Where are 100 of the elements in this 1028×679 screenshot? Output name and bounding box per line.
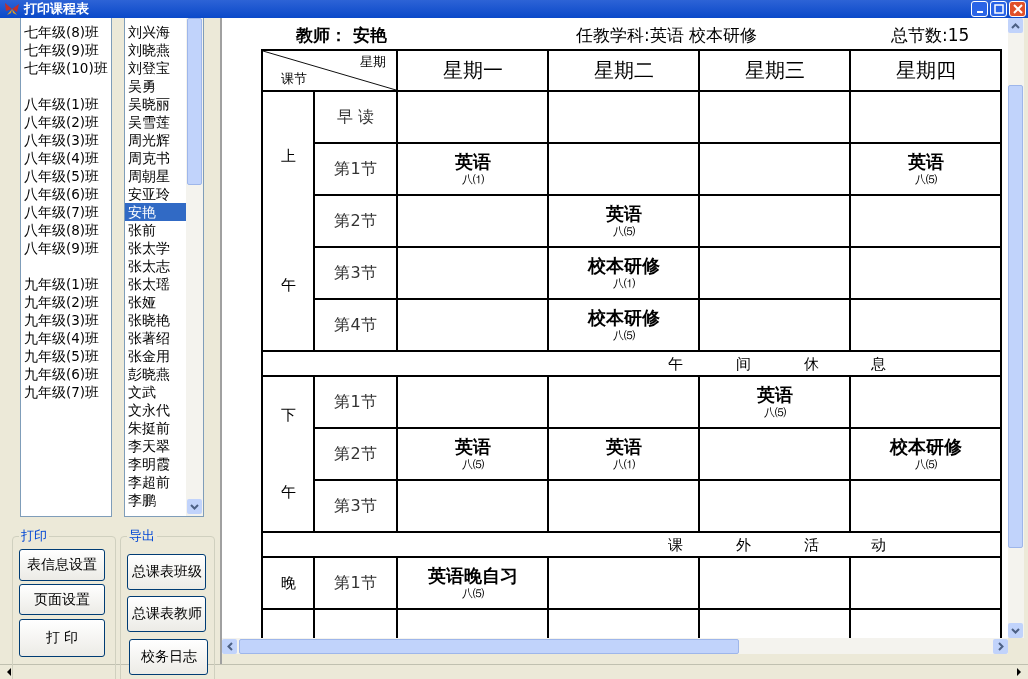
class-item[interactable]: 八年级(3)班 [21,131,111,149]
session-label: 上 [280,147,296,166]
period-label: 第3节 [334,495,377,515]
left-arrow-icon[interactable] [6,668,12,676]
group-title: 打印 [20,527,48,545]
teacher-item[interactable]: 张娅 [125,293,187,311]
session-label: 晚 [280,573,296,593]
class-item[interactable]: 七年级(10)班 [21,59,111,77]
session-label: 下 [280,406,296,425]
close-button[interactable] [1009,1,1026,17]
period-label: 第3节 [334,262,377,282]
teacher-item[interactable]: 李超前 [125,473,187,491]
teacher-item[interactable]: 文永代 [125,401,187,419]
class-item[interactable]: 八年级(5)班 [21,167,111,185]
teacher-item[interactable]: 周光辉 [125,131,187,149]
break-label: 午 间 休 息 [667,354,887,373]
print-button[interactable]: 页面设置 [19,584,105,615]
subject-text: 英语 [453,436,492,458]
teacher-item[interactable]: 张前 [125,221,187,239]
teacher-item[interactable]: 吴雪莲 [125,113,187,131]
group-title: 导出 [128,527,156,545]
teacher-item[interactable]: 彭晓燕 [125,365,187,383]
period-label: 第1节 [334,572,377,592]
teacher-item[interactable]: 张太瑶 [125,275,187,293]
right-arrow-icon[interactable] [1016,668,1022,676]
class-text: 八⑸ [762,406,787,420]
teacher-item[interactable]: 朱挺前 [125,419,187,437]
day-header: 星期二 [548,50,699,91]
class-item[interactable]: 九年级(5)班 [21,347,111,365]
subject-text: 英语晚自习 [426,565,519,587]
class-item[interactable]: 九年级(4)班 [21,329,111,347]
teacher-item[interactable]: 刘兴海 [125,23,187,41]
teacher-item[interactable]: 张金用 [125,347,187,365]
class-text: 八⑴ [611,458,636,472]
export-button[interactable]: 总课表班级 [127,554,206,590]
session-label: 午 [280,276,296,295]
teacher-item[interactable]: 刘登宝 [125,59,187,77]
class-item[interactable]: 八年级(8)班 [21,221,111,239]
print-button[interactable]: 表信息设置 [19,549,105,581]
period-label: 早 读 [336,106,375,126]
teacher-item[interactable]: 文武 [125,383,187,401]
teacher-item[interactable]: 张太学 [125,239,187,257]
period-label: 第1节 [334,391,377,411]
subject-text: 英语 [453,151,492,173]
teacher-item[interactable]: 刘晓燕 [125,41,187,59]
maximize-button[interactable] [990,1,1007,17]
class-item[interactable]: 九年级(2)班 [21,293,111,311]
class-item[interactable]: 八年级(9)班 [21,239,111,257]
class-item[interactable]: 九年级(7)班 [21,383,111,401]
scrollbar[interactable] [222,638,1008,654]
teacher-name: 教师： 安艳 [296,24,388,47]
day-header: 星期四 [850,50,1001,91]
class-text: 八⑴ [611,277,636,291]
class-item[interactable]: 七年级(8)班 [21,23,111,41]
break-label: 课 外 活 动 [667,535,887,554]
class-text: 八⑸ [460,458,485,472]
butterfly-icon [4,2,20,16]
total-periods: 总节数:15 [891,24,970,47]
teacher-item[interactable]: 张著绍 [125,329,187,347]
teacher-item[interactable]: 李天翠 [125,437,187,455]
class-item[interactable]: 七年级(9)班 [21,41,111,59]
scrollbar[interactable] [1008,18,1024,638]
period-label: 第2节 [334,443,377,463]
class-item[interactable]: 八年级(1)班 [21,95,111,113]
teacher-item[interactable]: 张晓艳 [125,311,187,329]
teacher-item[interactable]: 周克书 [125,149,187,167]
class-item[interactable]: 八年级(4)班 [21,149,111,167]
export-button[interactable]: 校务日志 [129,639,208,675]
scrollbar[interactable] [186,18,203,516]
teacher-item[interactable]: 安亚玲 [125,185,187,203]
class-item[interactable]: 八年级(2)班 [21,113,111,131]
period-label: 第2节 [334,210,377,230]
teacher-item[interactable]: 李鹏 [125,491,187,509]
class-text: 八⑸ [460,587,485,601]
window-title: 打印课程表 [24,0,89,18]
class-item[interactable]: 八年级(7)班 [21,203,111,221]
day-header: 星期一 [397,50,548,91]
class-item[interactable]: 九年级(3)班 [21,311,111,329]
subject-text: 校本研修 [586,255,661,277]
teacher-item[interactable]: 吴晓丽 [125,95,187,113]
class-item[interactable]: 九年级(1)班 [21,275,111,293]
class-text: 八⑸ [611,329,636,343]
export-button[interactable]: 总课表教师 [127,596,206,632]
minimize-button[interactable] [971,1,988,17]
header-label: 星期 [360,53,386,71]
class-item[interactable]: 九年级(6)班 [21,365,111,383]
period-label: 第4节 [334,314,377,334]
teacher-item[interactable]: 安艳 [125,203,187,221]
class-item[interactable]: 八年级(6)班 [21,185,111,203]
subject-text: 英语 [604,203,643,225]
class-text: 八⑸ [913,458,938,472]
teacher-item[interactable]: 吴勇 [125,77,187,95]
class-text: 八⑸ [913,173,938,187]
teacher-item[interactable]: 周朝星 [125,167,187,185]
minimize-icon [976,11,983,13]
subject-text: 校本研修 [586,307,661,329]
teacher-item[interactable]: 张太志 [125,257,187,275]
print-button[interactable]: 打 印 [19,619,105,657]
class-text: 八⑸ [611,225,636,239]
teacher-item[interactable]: 李明霞 [125,455,187,473]
